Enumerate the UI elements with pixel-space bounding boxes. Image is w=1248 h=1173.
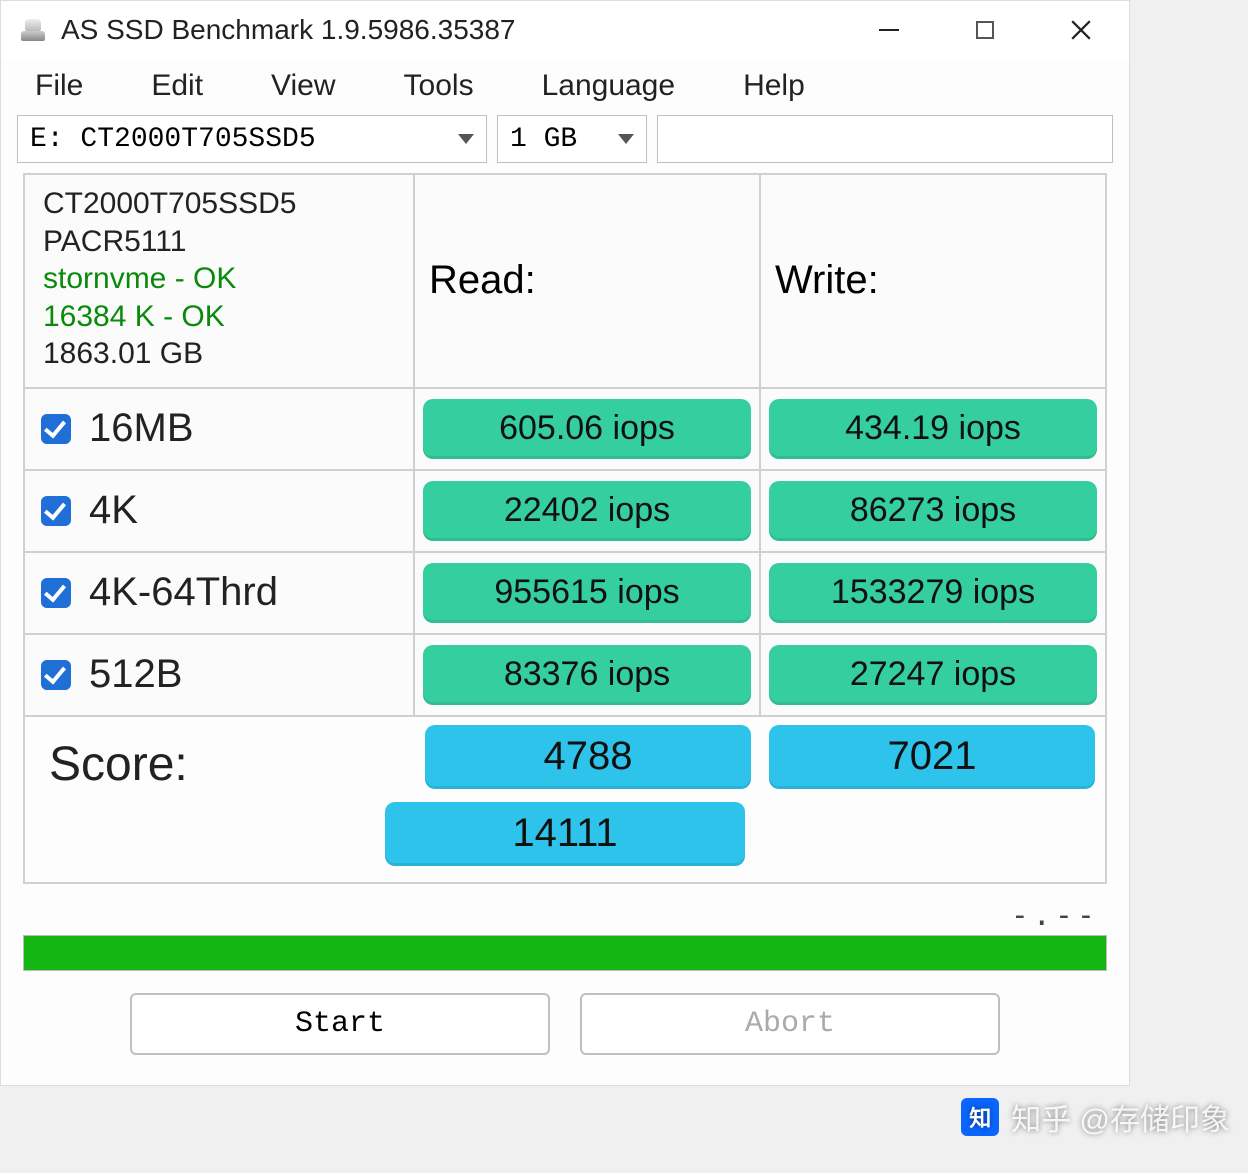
read-4k64: 955615 iops [423,563,751,623]
elapsed-indicator: -.-- [23,894,1107,935]
drive-firmware: PACR5111 [43,223,395,261]
drive-select-value: E: CT2000T705SSD5 [30,124,316,155]
title-bar: AS SSD Benchmark 1.9.5986.35387 [1,1,1129,59]
menu-bar: File Edit View Tools Language Help [1,59,1129,115]
checkbox-4k64[interactable] [41,578,71,608]
drive-model: CT2000T705SSD5 [43,185,395,223]
menu-edit[interactable]: Edit [117,63,237,109]
start-button[interactable]: Start [130,993,550,1055]
results-grid: CT2000T705SSD5 PACR5111 stornvme - OK 16… [23,173,1107,717]
watermark: 知 知乎 @存储印象 [961,1095,1230,1139]
score-read: 4788 [425,725,751,789]
test-name: 4K [89,488,138,533]
app-window: AS SSD Benchmark 1.9.5986.35387 File Edi… [0,0,1130,1086]
score-write: 7021 [769,725,1095,789]
test-label-cell: 4K [25,471,415,551]
drive-info-cell: CT2000T705SSD5 PACR5111 stornvme - OK 16… [25,175,415,387]
minimize-button[interactable] [841,1,937,59]
menu-help[interactable]: Help [709,63,839,109]
menu-file[interactable]: File [1,63,117,109]
footer: -.-- [1,884,1129,971]
size-select-value: 1 GB [510,124,577,155]
window-title: AS SSD Benchmark 1.9.5986.35387 [61,14,841,46]
read-16mb: 605.06 iops [423,399,751,459]
test-name: 512B [89,652,182,697]
chevron-down-icon [458,134,474,144]
score-total: 14111 [385,802,745,866]
menu-language[interactable]: Language [508,63,709,109]
write-4k: 86273 iops [769,481,1097,541]
test-label-cell: 16MB [25,389,415,469]
test-label-cell: 4K-64Thrd [25,553,415,633]
test-row-4k: 4K 22402 iops 86273 iops [25,471,1105,553]
test-label-cell: 512B [25,635,415,715]
test-row-512b: 512B 83376 iops 27247 iops [25,635,1105,717]
checkbox-16mb[interactable] [41,414,71,444]
menu-tools[interactable]: Tools [370,63,508,109]
read-512b: 83376 iops [423,645,751,705]
ssd-icon [19,19,47,41]
menu-view[interactable]: View [237,63,369,109]
write-header-label: Write: [775,258,879,303]
read-4k: 22402 iops [423,481,751,541]
read-header-label: Read: [429,258,536,303]
window-buttons [841,1,1129,59]
button-row: Start Abort [1,971,1129,1085]
align-status: 16384 K - OK [43,298,395,336]
test-name: 4K-64Thrd [89,570,278,615]
grid-header-row: CT2000T705SSD5 PACR5111 stornvme - OK 16… [25,175,1105,389]
size-select[interactable]: 1 GB [497,115,647,163]
maximize-button[interactable] [937,1,1033,59]
watermark-text: 知乎 @存储印象 [1011,1095,1230,1139]
chevron-down-icon [618,134,634,144]
checkbox-512b[interactable] [41,660,71,690]
abort-button[interactable]: Abort [580,993,1000,1055]
extra-field[interactable] [657,115,1113,163]
score-label: Score: [25,717,415,792]
checkbox-4k[interactable] [41,496,71,526]
progress-bar [23,935,1107,971]
test-name: 16MB [89,406,194,451]
write-4k64: 1533279 iops [769,563,1097,623]
write-512b: 27247 iops [769,645,1097,705]
driver-status: stornvme - OK [43,260,395,298]
score-block: Score: 4788 7021 14111 [23,717,1107,884]
selector-row: E: CT2000T705SSD5 1 GB [1,115,1129,173]
drive-capacity: 1863.01 GB [43,335,395,373]
write-16mb: 434.19 iops [769,399,1097,459]
close-button[interactable] [1033,1,1129,59]
column-header-write: Write: [761,175,1105,387]
test-row-4k64: 4K-64Thrd 955615 iops 1533279 iops [25,553,1105,635]
test-row-16mb: 16MB 605.06 iops 434.19 iops [25,389,1105,471]
drive-select[interactable]: E: CT2000T705SSD5 [17,115,487,163]
zhihu-icon: 知 [961,1098,999,1136]
column-header-read: Read: [415,175,761,387]
